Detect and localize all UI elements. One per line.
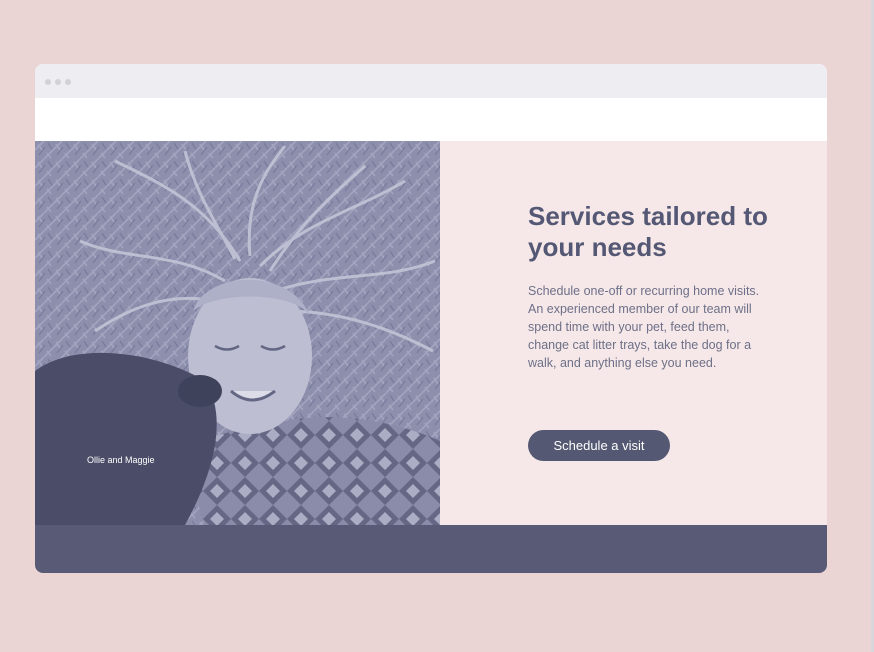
services-description: Schedule one-off or recurring home visit… bbox=[528, 284, 760, 370]
duotone-tint bbox=[35, 141, 440, 525]
window-dot-maximize[interactable] bbox=[65, 79, 71, 85]
page: Ollie and Maggie Services tailored to yo… bbox=[0, 0, 874, 652]
content-panel: Services tailored to your needs Schedule… bbox=[440, 141, 827, 525]
window-dot-minimize[interactable] bbox=[55, 79, 61, 85]
hero-photo: Ollie and Maggie bbox=[35, 141, 440, 525]
schedule-visit-button[interactable]: Schedule a visit bbox=[528, 430, 670, 461]
page-title: Services tailored to your needs bbox=[528, 201, 768, 262]
photo-caption: Ollie and Maggie bbox=[87, 455, 155, 465]
site-footer bbox=[35, 525, 827, 573]
window-titlebar bbox=[35, 64, 827, 98]
window-dot-close[interactable] bbox=[45, 79, 51, 85]
hero-photo-illustration bbox=[35, 141, 440, 525]
site-navbar bbox=[35, 98, 827, 141]
browser-window: Ollie and Maggie Services tailored to yo… bbox=[35, 64, 827, 573]
